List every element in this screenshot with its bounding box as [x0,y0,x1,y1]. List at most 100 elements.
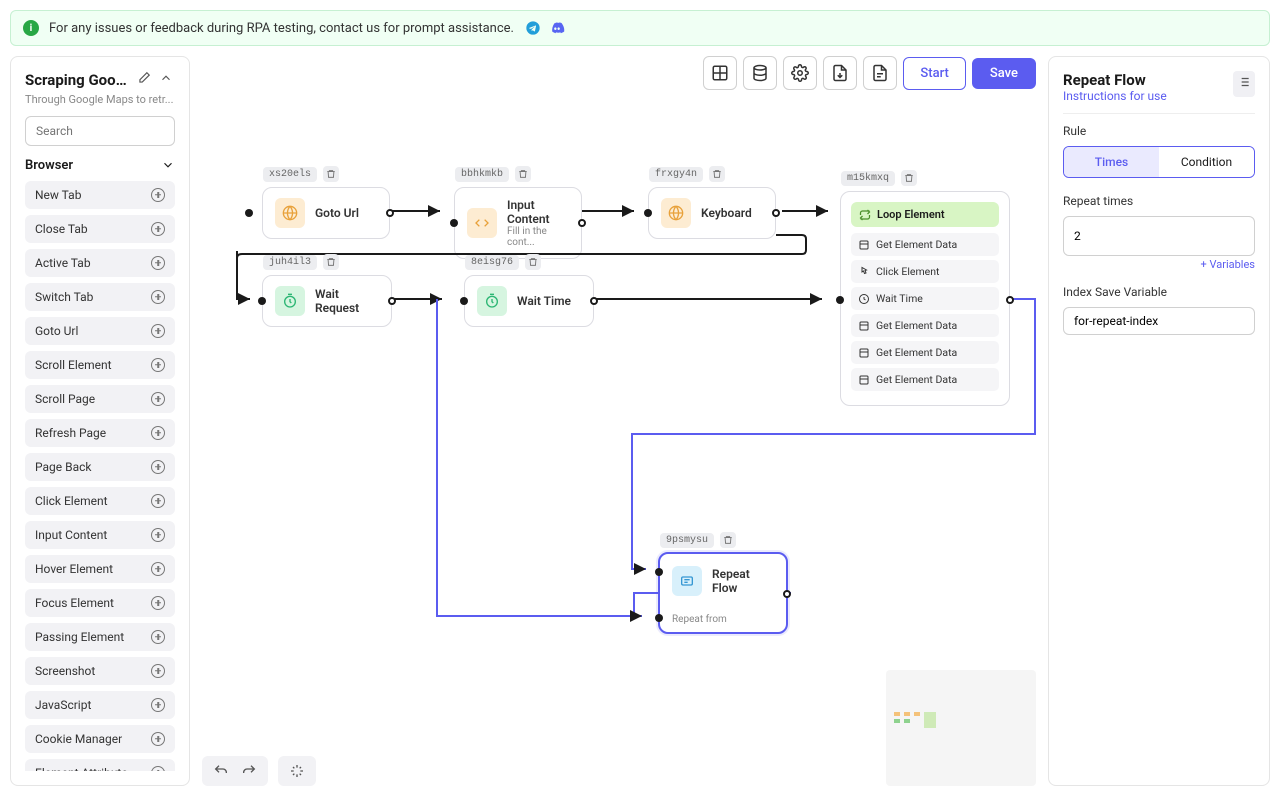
panel-menu-icon[interactable] [1233,71,1255,97]
action-scroll-page[interactable]: Scroll Page [25,385,175,413]
action-click-element[interactable]: Click Element [25,487,175,515]
add-icon[interactable] [151,596,165,610]
action-page-back[interactable]: Page Back [25,453,175,481]
add-icon[interactable] [151,222,165,236]
index-var-label: Index Save Variable [1063,285,1255,299]
delete-icon[interactable] [901,170,917,186]
canvas-bottom-toolbar [202,756,316,786]
grid-icon[interactable] [703,56,737,90]
notice-banner: i For any issues or feedback during RPA … [10,10,1270,46]
rule-segmented: Times Condition [1063,146,1255,178]
action-new-tab[interactable]: New Tab [25,181,175,209]
node-goto-url[interactable]: xs20els Goto Url [262,187,390,239]
settings-icon[interactable] [783,56,817,90]
add-icon[interactable] [151,528,165,542]
add-icon[interactable] [151,256,165,270]
delete-icon[interactable] [323,166,339,182]
minimap[interactable] [886,670,1036,786]
redo-icon[interactable] [240,762,258,780]
action-element-attribute[interactable]: Element Attribute [25,759,175,771]
workflow-title: Scraping Google... [25,71,131,89]
action-scroll-element[interactable]: Scroll Element [25,351,175,379]
canvas-toolbar: Start Save [703,56,1036,90]
edit-icon[interactable] [137,71,153,87]
add-icon[interactable] [151,698,165,712]
loop-step[interactable]: Get Element Data [851,233,999,256]
node-id: bbhkmkb [455,167,509,182]
canvas[interactable]: Start Save xs20els [202,56,1036,786]
loop-step[interactable]: Wait Time [851,287,999,310]
add-icon[interactable] [151,324,165,338]
collapse-icon[interactable] [159,71,175,87]
delete-icon[interactable] [323,254,339,270]
node-id: 9psmysu [660,533,714,548]
add-icon[interactable] [151,392,165,406]
loop-step[interactable]: Get Element Data [851,314,999,337]
index-var-input[interactable] [1063,307,1255,335]
seg-condition[interactable]: Condition [1159,147,1254,177]
node-wait-time[interactable]: 8eisg76 Wait Time [464,275,594,327]
variables-link[interactable]: + Variables [1063,258,1255,271]
action-javascript[interactable]: JavaScript [25,691,175,719]
add-icon[interactable] [151,494,165,508]
ai-sparkle-icon[interactable] [288,762,306,780]
add-icon[interactable] [151,426,165,440]
banner-text: For any issues or feedback during RPA te… [49,21,514,36]
action-close-tab[interactable]: Close Tab [25,215,175,243]
action-input-content[interactable]: Input Content [25,521,175,549]
repeat-times-input[interactable] [1063,216,1255,256]
node-repeat-flow[interactable]: 9psmysu Repeat Flow Repeat from [658,552,788,634]
delete-icon[interactable] [515,166,531,182]
node-id: m15kmxq [841,171,895,186]
action-screenshot[interactable]: Screenshot [25,657,175,685]
info-icon: i [23,20,39,36]
add-icon[interactable] [151,460,165,474]
delete-icon[interactable] [525,254,541,270]
loop-step[interactable]: Get Element Data [851,368,999,391]
action-active-tab[interactable]: Active Tab [25,249,175,277]
action-hover-element[interactable]: Hover Element [25,555,175,583]
panel-title: Repeat Flow [1063,71,1167,89]
notes-icon[interactable] [863,56,897,90]
start-button[interactable]: Start [903,57,965,90]
node-input-content[interactable]: bbhkmkb Input ContentFill in the cont... [454,187,582,259]
add-icon[interactable] [151,664,165,678]
action-passing-element[interactable]: Passing Element [25,623,175,651]
node-wait-request[interactable]: juh4il3 Wait Request [262,275,392,327]
action-goto-url[interactable]: Goto Url [25,317,175,345]
add-icon[interactable] [151,630,165,644]
action-refresh-page[interactable]: Refresh Page [25,419,175,447]
loop-step[interactable]: Get Element Data [851,341,999,364]
workflow-subtitle: Through Google Maps to retr... [25,93,175,106]
delete-icon[interactable] [720,532,736,548]
seg-times[interactable]: Times [1064,147,1159,177]
loop-step[interactable]: Click Element [851,260,999,283]
node-keyboard[interactable]: frxgy4n Keyboard [648,187,776,239]
action-switch-tab[interactable]: Switch Tab [25,283,175,311]
rule-label: Rule [1063,124,1255,138]
discord-icon[interactable] [548,19,566,37]
action-cookie-manager[interactable]: Cookie Manager [25,725,175,753]
action-focus-element[interactable]: Focus Element [25,589,175,617]
save-button[interactable]: Save [972,58,1036,89]
add-icon[interactable] [151,732,165,746]
node-loop-element[interactable]: m15kmxq Loop Element Get Element DataCli… [840,191,1010,406]
add-icon[interactable] [151,358,165,372]
add-icon[interactable] [151,290,165,304]
node-id: frxgy4n [649,167,703,182]
add-icon[interactable] [151,188,165,202]
node-id: xs20els [263,167,317,182]
delete-icon[interactable] [709,166,725,182]
undo-icon[interactable] [212,762,230,780]
search-input[interactable] [25,116,175,146]
telegram-icon[interactable] [524,19,542,37]
instructions-link[interactable]: Instructions for use [1063,89,1167,103]
export-icon[interactable] [823,56,857,90]
sidebar: Scraping Google... Through Google Maps t… [10,56,190,786]
database-icon[interactable] [743,56,777,90]
repeat-times-label: Repeat times [1063,194,1255,208]
add-icon[interactable] [151,766,165,771]
group-browser[interactable]: Browser [25,158,175,173]
add-icon[interactable] [151,562,165,576]
node-id: 8eisg76 [465,255,519,270]
